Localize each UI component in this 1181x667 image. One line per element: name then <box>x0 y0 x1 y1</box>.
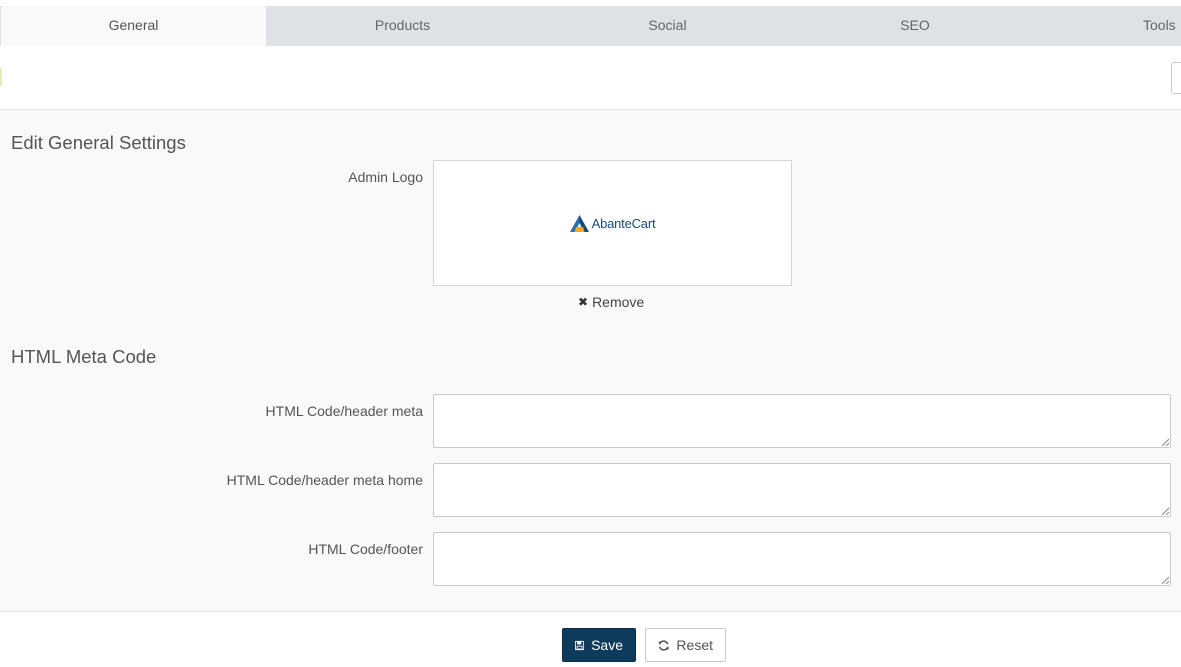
footer-code-textarea[interactable] <box>433 532 1171 586</box>
header-meta-home-textarea[interactable] <box>433 463 1171 517</box>
footer-code-label: HTML Code/footer <box>308 541 423 557</box>
close-icon: ✖ <box>578 295 589 309</box>
save-button[interactable]: Save <box>562 628 636 662</box>
header-meta-home-label: HTML Code/header meta home <box>226 472 423 488</box>
settings-tab-bar: General Products Social SEO Tools <box>0 6 1181 46</box>
tab-general[interactable]: General <box>1 6 266 46</box>
remove-label: Remove <box>592 294 645 310</box>
abantecart-logo-text: AbanteCart <box>591 215 656 231</box>
section-title-meta: HTML Meta Code <box>11 346 157 367</box>
resize-grip-icon[interactable] <box>1161 438 1169 446</box>
reset-button[interactable]: Reset <box>645 628 726 662</box>
tab-tools[interactable]: Tools <box>1112 6 1181 46</box>
save-label: Save <box>591 637 623 653</box>
refresh-icon <box>658 639 669 651</box>
tab-seo[interactable]: SEO <box>800 6 1030 46</box>
admin-logo-preview[interactable]: AbanteCart <box>433 160 792 286</box>
floppy-disk-icon <box>575 640 585 650</box>
tab-social[interactable]: Social <box>535 6 800 46</box>
toolbar-control[interactable] <box>1171 62 1181 94</box>
admin-logo-label: Admin Logo <box>348 169 423 185</box>
form-actions: Save Reset <box>0 611 1181 667</box>
abantecart-logo: AbanteCart <box>569 214 656 232</box>
toolbar-accent <box>0 68 2 86</box>
abantecart-logo-icon <box>569 214 589 232</box>
resize-grip-icon[interactable] <box>1161 576 1169 584</box>
header-meta-label: HTML Code/header meta <box>265 403 423 419</box>
toolbar-strip <box>0 46 1181 110</box>
remove-logo-link[interactable]: ✖ Remove <box>578 294 644 310</box>
reset-label: Reset <box>676 637 713 653</box>
tab-products[interactable]: Products <box>270 6 535 46</box>
header-meta-textarea[interactable] <box>433 394 1171 448</box>
resize-grip-icon[interactable] <box>1161 507 1169 515</box>
settings-form: Edit General Settings Admin Logo AbanteC… <box>0 110 1181 611</box>
section-title-general: Edit General Settings <box>11 132 186 153</box>
